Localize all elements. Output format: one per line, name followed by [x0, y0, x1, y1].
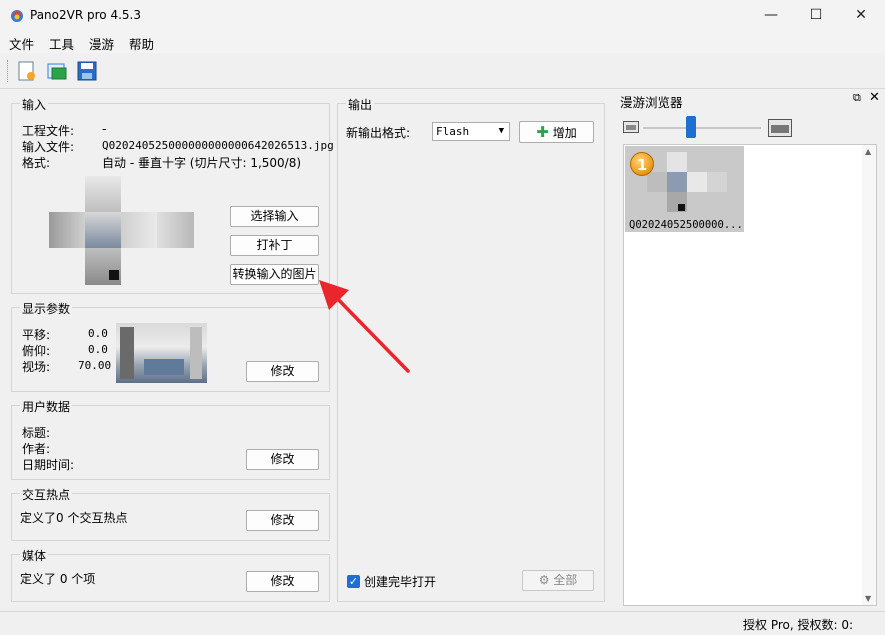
- output-format-select[interactable]: Flash ▼: [432, 122, 510, 141]
- display-modify-button[interactable]: 修改: [246, 361, 319, 382]
- panorama-thumbnail: [647, 152, 729, 212]
- media-count-text: 定义了 0 个项: [20, 572, 96, 586]
- add-output-label: 增加: [552, 126, 577, 140]
- select-input-button[interactable]: 选择输入: [230, 206, 319, 227]
- tilt-value: 0.0: [88, 343, 108, 356]
- toolbar: [0, 53, 885, 89]
- display-params-group: 显示参数 平移: 0.0 俯仰: 0.0 视场: 70.00 修改: [11, 300, 330, 392]
- user-data-modify-button[interactable]: 修改: [246, 449, 319, 470]
- add-output-button[interactable]: ✚ 增加: [519, 121, 594, 143]
- hotspot-title: 交互热点: [20, 486, 73, 503]
- status-bar: 授权 Pro, 授权数: 0:: [0, 611, 885, 635]
- panorama-item-label: Q02024052500000...: [629, 219, 743, 231]
- list-scrollbar[interactable]: ▲ ▼: [862, 145, 876, 605]
- zoom-in-icon[interactable]: [768, 119, 792, 137]
- license-status: 授权 Pro, 授权数: 0:: [743, 618, 854, 632]
- dock-float-icon[interactable]: ⧉: [853, 91, 861, 105]
- chevron-down-icon: ▼: [498, 126, 504, 136]
- format-label: 格式:: [22, 156, 51, 170]
- media-modify-button[interactable]: 修改: [246, 571, 319, 592]
- open-project-icon[interactable]: [46, 60, 68, 82]
- pan-value: 0.0: [88, 327, 108, 340]
- hotspot-modify-button[interactable]: 修改: [246, 510, 319, 531]
- open-when-done-checkbox[interactable]: ✓: [347, 575, 360, 588]
- user-data-group: 用户数据 标题: 作者: 日期时间: 修改: [11, 398, 330, 480]
- pan-label: 平移:: [22, 328, 51, 342]
- panorama-number-badge: 1: [630, 152, 654, 176]
- panorama-list-item[interactable]: 1 Q02024052500000...: [625, 146, 744, 232]
- build-all-button[interactable]: ⚙ 全部: [522, 570, 594, 591]
- menu-tour[interactable]: 漫游: [89, 34, 114, 53]
- patch-button[interactable]: 打补丁: [230, 235, 319, 256]
- view-preview-thumbnail: [116, 323, 207, 383]
- menu-file[interactable]: 文件: [9, 34, 34, 53]
- media-group: 媒体 定义了 0 个项 修改: [11, 547, 330, 602]
- window-title: Pano2VR pro 4.5.3: [30, 8, 141, 22]
- menu-help[interactable]: 帮助: [129, 34, 154, 53]
- title-label: 标题:: [22, 426, 51, 440]
- plus-icon: ✚: [536, 123, 549, 141]
- open-when-done-label: 创建完毕打开: [364, 575, 437, 589]
- new-output-format-label: 新输出格式:: [346, 126, 411, 140]
- format-value: 自动 - 垂直十字 (切片尺寸: 1,500/8): [102, 156, 302, 170]
- dock-close-icon[interactable]: ✕: [869, 90, 880, 105]
- input-file-label: 输入文件:: [22, 140, 75, 154]
- zoom-slider-track[interactable]: [643, 127, 761, 129]
- media-title: 媒体: [20, 547, 49, 564]
- maximize-button[interactable]: ☐: [793, 0, 839, 31]
- minimize-button[interactable]: —: [748, 0, 794, 31]
- fov-label: 视场:: [22, 360, 51, 374]
- output-group-title: 输出: [346, 96, 375, 113]
- title-bar: Pano2VR pro 4.5.3 — ☐ ✕: [0, 0, 885, 31]
- pano2vr-logo-icon: [11, 10, 23, 22]
- project-file-value: -: [102, 122, 107, 136]
- gear-icon: ⚙: [538, 573, 550, 587]
- zoom-out-icon[interactable]: [623, 121, 639, 133]
- tour-panorama-list[interactable]: 1 Q02024052500000... ▲ ▼: [623, 144, 877, 606]
- menu-tools[interactable]: 工具: [49, 34, 74, 53]
- scroll-down-icon[interactable]: ▼: [865, 594, 871, 603]
- new-project-icon[interactable]: [16, 60, 38, 82]
- build-all-label: 全部: [553, 573, 578, 587]
- save-project-icon[interactable]: [76, 60, 98, 82]
- annotation-arrow: [319, 280, 410, 373]
- convert-input-button[interactable]: 转换输入的图片: [230, 264, 319, 285]
- input-file-value: Q020240525000000000000642026513.jpg: [102, 139, 334, 152]
- tour-browser-titlebar: 漫游浏览器 ⧉ ✕: [617, 89, 885, 110]
- hotspot-count-text: 定义了0 个交互热点: [20, 511, 128, 525]
- output-format-selected: Flash: [436, 125, 470, 138]
- panorama-number-badge-text: 1: [636, 156, 648, 174]
- display-params-title: 显示参数: [20, 300, 73, 317]
- user-data-title: 用户数据: [20, 398, 73, 415]
- datetime-label: 日期时间:: [22, 458, 75, 472]
- menu-bar: 文件 工具 漫游 帮助: [0, 31, 885, 53]
- input-group: 输入 工程文件: - 输入文件: Q0202405250000000000006…: [11, 96, 334, 294]
- zoom-slider-thumb[interactable]: [686, 116, 697, 138]
- project-file-label: 工程文件:: [22, 124, 75, 138]
- fov-value: 70.00: [78, 359, 112, 372]
- author-label: 作者:: [22, 442, 51, 456]
- input-group-title: 输入: [20, 96, 49, 113]
- tilt-label: 俯仰:: [22, 344, 51, 358]
- cube-cross-preview: [49, 176, 194, 285]
- close-button[interactable]: ✕: [838, 0, 884, 31]
- hotspot-group: 交互热点 定义了0 个交互热点 修改: [11, 486, 330, 541]
- toolbar-grip[interactable]: [7, 60, 10, 82]
- scroll-up-icon[interactable]: ▲: [865, 147, 871, 156]
